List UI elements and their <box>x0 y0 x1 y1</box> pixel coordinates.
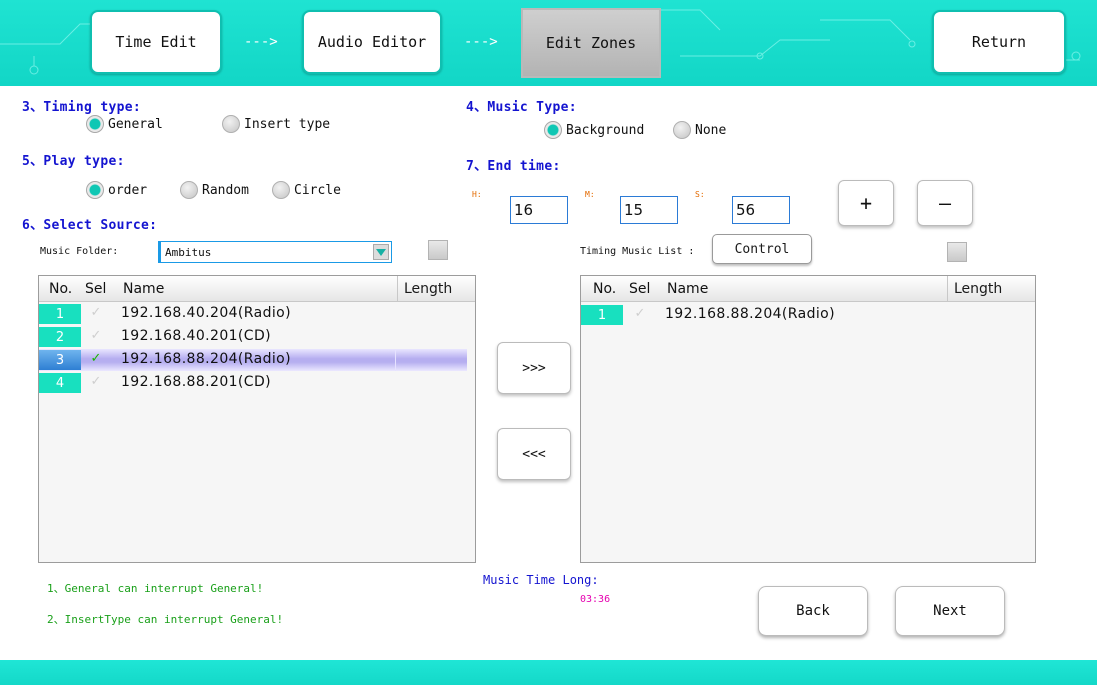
col-length: Length <box>947 276 1027 302</box>
tab-edit-zones[interactable]: Edit Zones <box>521 8 661 78</box>
return-button[interactable]: Return <box>932 10 1066 74</box>
tab-audio-editor[interactable]: Audio Editor <box>302 10 442 74</box>
radio-label: Circle <box>294 182 341 198</box>
music-type-title: 4、Music Type: <box>466 100 577 115</box>
table-row[interactable]: 1 ✓ 192.168.40.204(Radio) <box>39 303 475 325</box>
radio-label: Background <box>566 122 645 138</box>
remove-from-list-button[interactable]: <<< <box>497 428 571 480</box>
check-icon[interactable]: ✓ <box>89 329 103 343</box>
tab-time-edit[interactable]: Time Edit <box>90 10 222 74</box>
source-select-all-checkbox[interactable] <box>428 240 448 260</box>
radio-background[interactable]: Background <box>544 121 644 139</box>
second-input[interactable]: 56 <box>732 196 790 224</box>
check-icon[interactable]: ✓ <box>89 352 103 366</box>
radio-dot-icon <box>86 181 104 199</box>
timing-type-title: 3、Timing type: <box>22 100 141 115</box>
back-button[interactable]: Back <box>758 586 868 636</box>
radio-dot-icon <box>544 121 562 139</box>
end-time-title: 7、End time: <box>466 159 561 174</box>
col-length: Length <box>397 276 458 302</box>
radio-dot-icon <box>222 115 240 133</box>
table-row[interactable]: 4 ✓ 192.168.88.201(CD) <box>39 372 475 394</box>
hour-input[interactable]: 16 <box>510 196 568 224</box>
music-time-long-label: Music Time Long: <box>483 573 599 587</box>
minute-label: M: <box>585 190 595 199</box>
col-no: No. <box>593 281 617 297</box>
note-2: 2、InsertType can interrupt General! <box>47 613 284 626</box>
radio-general[interactable]: General <box>86 115 163 133</box>
music-folder-select[interactable]: Ambitus <box>158 241 392 263</box>
music-time-long-value: 03:36 <box>580 594 611 605</box>
top-nav-bar: Time Edit ---> Audio Editor ---> Edit Zo… <box>0 0 1097 86</box>
radio-random[interactable]: Random <box>180 181 249 199</box>
check-icon[interactable]: ✓ <box>89 306 103 320</box>
row-name: 192.168.88.201(CD) <box>121 374 272 390</box>
increment-button[interactable]: + <box>838 180 894 226</box>
nav-arrow: ---> <box>244 34 278 50</box>
minute-input[interactable]: 15 <box>620 196 678 224</box>
note-1: 1、General can interrupt General! <box>47 582 264 595</box>
col-name: Name <box>667 281 709 297</box>
table-row-selected[interactable]: 3 ✓ 192.168.88.204(Radio) <box>39 349 467 371</box>
table-header: No. Sel Name Length <box>581 276 1035 302</box>
col-no: No. <box>49 281 73 297</box>
timing-select-all-checkbox[interactable] <box>947 242 967 262</box>
timing-music-table: No. Sel Name Length 1 ✓ 192.168.88.204(R… <box>580 275 1036 563</box>
row-number: 2 <box>39 327 81 347</box>
row-name: 192.168.88.204(Radio) <box>665 306 835 322</box>
dropdown-caret-icon[interactable] <box>373 244 389 260</box>
table-row[interactable]: 2 ✓ 192.168.40.201(CD) <box>39 326 475 348</box>
select-source-title: 6、Select Source: <box>22 218 158 233</box>
radio-dot-icon <box>673 121 691 139</box>
radio-label: Insert type <box>244 116 331 132</box>
row-name: 192.168.88.204(Radio) <box>121 351 291 367</box>
play-type-title: 5、Play type: <box>22 154 125 169</box>
radio-label: order <box>108 182 148 198</box>
bottom-bar <box>0 660 1097 685</box>
radio-none[interactable]: None <box>673 121 726 139</box>
col-sel: Sel <box>85 281 107 297</box>
radio-dot-icon <box>180 181 198 199</box>
row-name: 192.168.40.201(CD) <box>121 328 272 344</box>
control-button[interactable]: Control <box>712 234 812 264</box>
radio-label: Random <box>202 182 249 198</box>
check-icon[interactable]: ✓ <box>633 307 647 321</box>
nav-arrow: ---> <box>464 34 498 50</box>
radio-order[interactable]: order <box>86 181 147 199</box>
radio-dot-icon <box>272 181 290 199</box>
check-icon[interactable]: ✓ <box>89 375 103 389</box>
table-header: No. Sel Name Length <box>39 276 475 302</box>
row-name: 192.168.40.204(Radio) <box>121 305 291 321</box>
radio-dot-icon <box>86 115 104 133</box>
music-folder-label: Music Folder: <box>40 246 119 257</box>
timing-music-list-label: Timing Music List : <box>580 246 695 257</box>
row-number: 3 <box>39 350 81 370</box>
col-sel: Sel <box>629 281 651 297</box>
radio-circle[interactable]: Circle <box>272 181 341 199</box>
second-label: S: <box>695 190 705 199</box>
next-button[interactable]: Next <box>895 586 1005 636</box>
table-row[interactable]: 1 ✓ 192.168.88.204(Radio) <box>581 304 1035 326</box>
row-number: 1 <box>39 304 81 324</box>
col-name: Name <box>123 281 165 297</box>
radio-label: General <box>108 116 163 132</box>
length-separator <box>395 349 396 371</box>
row-number: 1 <box>581 305 623 325</box>
source-table: No. Sel Name Length 1 ✓ 192.168.40.204(R… <box>38 275 476 563</box>
music-folder-value: Ambitus <box>165 246 212 259</box>
add-to-list-button[interactable]: >>> <box>497 342 571 394</box>
decrement-button[interactable]: — <box>917 180 973 226</box>
radio-insert-type[interactable]: Insert type <box>222 115 330 133</box>
row-number: 4 <box>39 373 81 393</box>
hour-label: H: <box>472 190 482 199</box>
radio-label: None <box>695 122 727 138</box>
